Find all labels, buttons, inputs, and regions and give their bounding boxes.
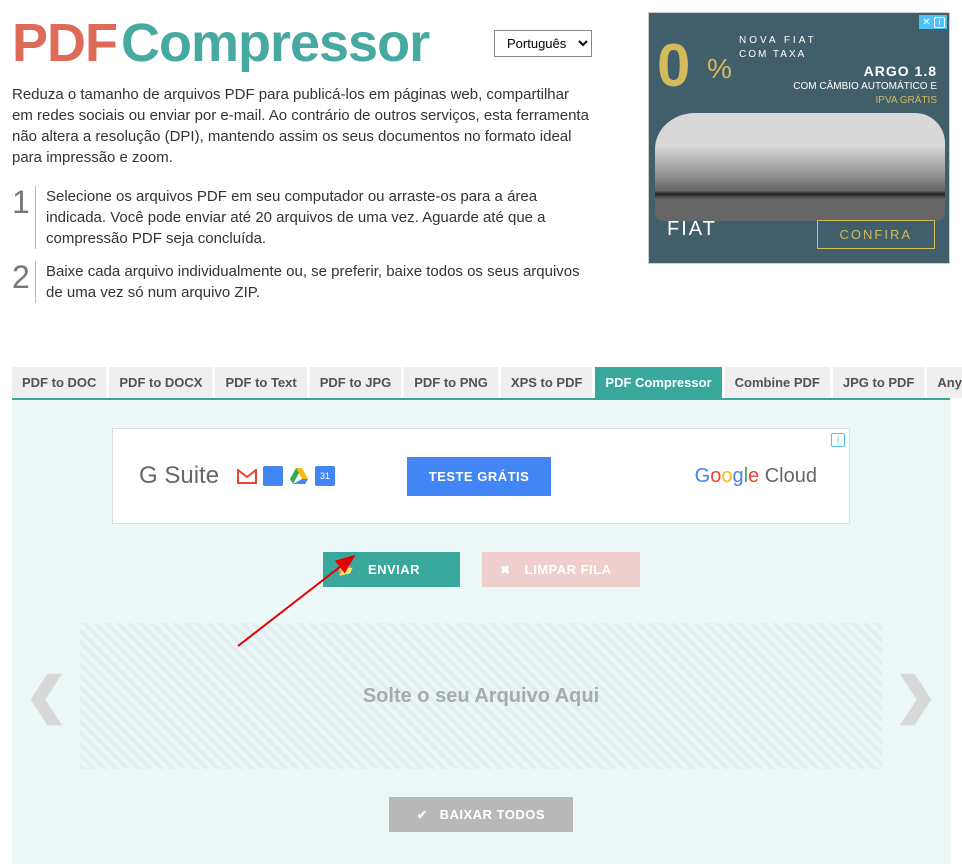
logo-part2: Compressor [121,12,429,74]
ad-feat2: IPVA GRÁTIS [876,95,938,106]
download-all-button[interactable]: ✔ BAIXAR TODOS [389,797,573,832]
step-number: 2 [12,261,36,303]
tab-pdf-to-png[interactable]: PDF to PNG [404,367,498,398]
tool-tabs: PDF to DOC PDF to DOCX PDF to Text PDF t… [12,367,950,398]
upload-area: i G Suite 31 TESTE GRÁTIS Google Cloud 📂 [12,398,950,864]
next-arrow[interactable]: ❯ [888,668,944,724]
site-description: Reduza o tamanho de arquivos PDF para pu… [12,84,592,168]
check-icon: ✔ [417,808,428,822]
site-logo: PDF Compressor [12,12,429,74]
upload-button[interactable]: 📂 ENVIAR [323,552,461,587]
clear-queue-button[interactable]: ✖ LIMPAR FILA [482,552,639,587]
ad-headline1: NOVA FIAT [739,35,817,46]
dropzone-text: Solte o seu Arquivo Aqui [363,685,599,708]
ad-model: ARGO 1.8 [864,63,937,79]
ad-headline2: COM TAXA [739,49,806,60]
ad-close-icon[interactable]: ✕i [919,15,947,29]
ad-zero: 0 [657,31,690,100]
tab-jpg-to-pdf[interactable]: JPG to PDF [833,367,925,398]
tab-any-to-pdf[interactable]: Any to PDF [927,367,962,398]
gsuite-ad[interactable]: i G Suite 31 TESTE GRÁTIS Google Cloud [112,428,850,524]
docs-icon [263,466,283,486]
step-text: Baixe cada arquivo individualmente ou, s… [36,261,592,303]
language-select[interactable]: Português [494,30,592,57]
ad-cta-button[interactable]: CONFIRA [817,220,936,249]
file-dropzone[interactable]: Solte o seu Arquivo Aqui [80,623,882,769]
close-icon: ✖ [500,563,511,577]
tab-pdf-to-docx[interactable]: PDF to DOCX [109,367,212,398]
gsuite-cta-button[interactable]: TESTE GRÁTIS [407,457,552,496]
drive-icon [289,466,309,486]
step-1: 1 Selecione os arquivos PDF em seu compu… [12,186,592,249]
prev-arrow[interactable]: ❮ [18,668,74,724]
tab-pdf-to-text[interactable]: PDF to Text [215,367,306,398]
step-2: 2 Baixe cada arquivo individualmente ou,… [12,261,592,303]
gsuite-logo: G Suite [139,462,219,490]
ad-brand: FIAT [667,218,717,241]
calendar-icon: 31 [315,466,335,486]
tab-xps-to-pdf[interactable]: XPS to PDF [501,367,593,398]
folder-open-icon: 📂 [339,563,354,577]
gmail-icon [237,466,257,486]
tab-combine-pdf[interactable]: Combine PDF [725,367,830,398]
step-number: 1 [12,186,36,249]
logo-part1: PDF [12,12,117,74]
ad-info-icon[interactable]: i [831,433,845,447]
clear-label: LIMPAR FILA [525,562,612,577]
download-label: BAIXAR TODOS [440,807,545,822]
tab-pdf-to-doc[interactable]: PDF to DOC [12,367,106,398]
sidebar-ad[interactable]: ✕i 0 % NOVA FIAT COM TAXA ARGO 1.8 COM C… [648,12,950,264]
tab-pdf-to-jpg[interactable]: PDF to JPG [310,367,402,398]
ad-percent: % [707,53,732,85]
ad-car-image [655,113,945,221]
tab-pdf-compressor[interactable]: PDF Compressor [595,367,721,398]
ad-feat1: COM CÂMBIO AUTOMÁTICO E [793,81,937,92]
upload-label: ENVIAR [368,562,420,577]
step-text: Selecione os arquivos PDF em seu computa… [36,186,592,249]
google-cloud-logo: Google Cloud [695,465,817,488]
